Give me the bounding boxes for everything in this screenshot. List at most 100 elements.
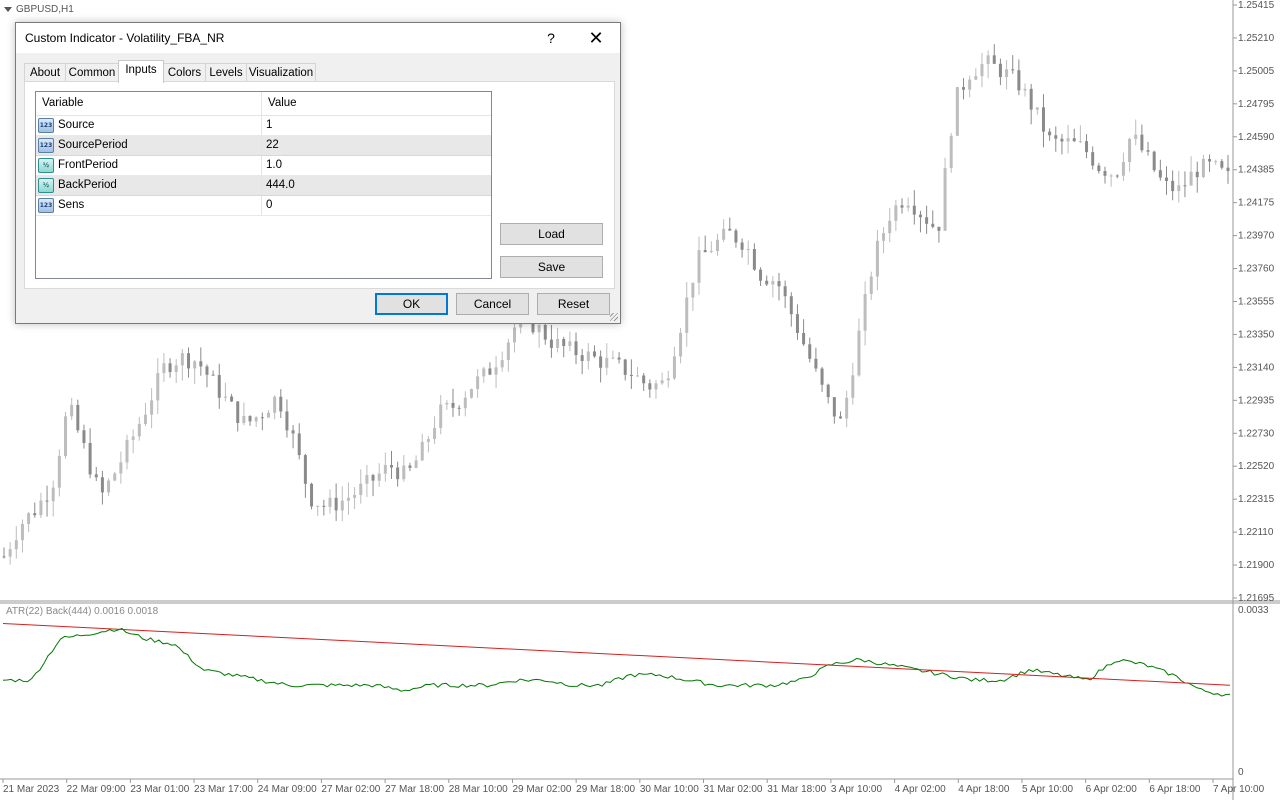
candle-body: [931, 223, 935, 227]
tab-inputs[interactable]: Inputs: [118, 60, 164, 83]
candle-body: [765, 280, 769, 285]
candle-body: [1121, 162, 1125, 176]
candle-body: [377, 473, 381, 481]
table-row[interactable]: 123 SourcePeriod 22: [36, 136, 491, 156]
candle-body: [746, 249, 750, 251]
price-axis-label: 1.22110: [1238, 527, 1274, 538]
candle-body: [1005, 69, 1009, 78]
table-row[interactable]: 123 Source 1: [36, 116, 491, 136]
candle-body: [107, 480, 111, 493]
candle-body: [918, 214, 922, 218]
candle-body: [998, 63, 1002, 78]
candle-body: [808, 344, 812, 359]
time-axis-label: 5 Apr 10:00: [1022, 784, 1074, 795]
candle-body: [230, 396, 234, 402]
reset-button[interactable]: Reset: [537, 293, 610, 315]
candle-body: [82, 430, 86, 444]
candle-body: [14, 540, 18, 550]
candle-body: [248, 416, 252, 422]
time-axis-label: 31 Mar 18:00: [767, 784, 826, 795]
variable-value[interactable]: 0: [266, 199, 272, 211]
cell-separator: [261, 176, 262, 195]
integer-type-icon: 123: [38, 138, 54, 153]
candle-body: [1097, 165, 1101, 172]
load-button[interactable]: Load: [500, 223, 603, 245]
time-axis-label: 7 Apr 10:00: [1213, 784, 1265, 795]
column-header-variable[interactable]: Variable: [42, 97, 83, 109]
candle-body: [802, 332, 806, 345]
inputs-grid[interactable]: Variable Value 123 Source 1 123 SourcePe…: [35, 91, 492, 279]
candle-body: [636, 375, 640, 377]
tab-visualization[interactable]: Visualization: [246, 63, 316, 82]
time-axis-label: 21 Mar 2023: [3, 784, 60, 795]
table-row[interactable]: ½ BackPeriod 444.0: [36, 176, 491, 196]
candle-body: [94, 474, 98, 478]
candle-body: [1128, 138, 1132, 163]
grid-header: Variable Value: [36, 92, 491, 116]
tab-common[interactable]: Common: [65, 63, 119, 82]
candle-body: [592, 351, 596, 357]
column-header-value[interactable]: Value: [268, 97, 297, 109]
variable-value[interactable]: 444.0: [266, 179, 295, 191]
close-button[interactable]: ✕: [574, 23, 618, 53]
candle-body: [76, 404, 80, 431]
tab-levels[interactable]: Levels: [205, 63, 247, 82]
candle-body: [266, 412, 270, 418]
candle-body: [611, 357, 615, 359]
price-axis-label: 1.23350: [1238, 329, 1275, 340]
save-button[interactable]: Save: [500, 256, 603, 278]
candle-body: [156, 373, 160, 401]
chart-symbol-label[interactable]: GBPUSD,H1: [4, 4, 74, 15]
cancel-button[interactable]: Cancel: [456, 293, 529, 315]
ok-button[interactable]: OK: [375, 293, 448, 315]
candle-body: [1226, 167, 1230, 172]
candle-body: [623, 359, 627, 375]
tab-colors[interactable]: Colors: [163, 63, 206, 82]
candle-body: [223, 396, 227, 398]
resize-grip-icon[interactable]: [610, 313, 618, 321]
candle-body: [359, 483, 363, 495]
time-axis-label: 3 Apr 10:00: [831, 784, 883, 795]
time-axis-label: 23 Mar 17:00: [194, 784, 253, 795]
time-axis-label: 24 Mar 09:00: [258, 784, 317, 795]
candle-body: [1201, 158, 1205, 178]
dialog-titlebar[interactable]: Custom Indicator - Volatility_FBA_NR ? ✕: [16, 23, 620, 53]
candle-body: [205, 366, 209, 375]
time-axis-label: 4 Apr 18:00: [958, 784, 1010, 795]
variable-value[interactable]: 1.0: [266, 159, 282, 171]
candle-body: [322, 505, 326, 507]
candle-body: [629, 374, 633, 376]
candle-body: [642, 375, 646, 384]
candle-body: [771, 281, 775, 285]
custom-indicator-dialog[interactable]: Custom Indicator - Volatility_FBA_NR ? ✕…: [15, 22, 621, 324]
variable-value[interactable]: 1: [266, 119, 272, 131]
candle-body: [740, 242, 744, 250]
tab-about[interactable]: About: [24, 63, 66, 82]
candle-body: [414, 460, 418, 468]
candle-body: [1109, 175, 1113, 177]
table-row[interactable]: 123 Sens 0: [36, 196, 491, 216]
candle-body: [193, 361, 197, 369]
candle-body: [986, 55, 990, 65]
candle-body: [1091, 152, 1095, 166]
candle-body: [1023, 88, 1027, 91]
candle-body: [187, 353, 191, 369]
variable-value[interactable]: 22: [266, 139, 279, 151]
indicator-label: ATR(22) Back(444) 0.0016 0.0018: [6, 606, 159, 617]
candle-body: [709, 251, 713, 253]
candle-body: [334, 497, 338, 511]
candle-body: [27, 513, 31, 524]
candle-body: [1103, 171, 1107, 176]
candle-body: [980, 64, 984, 77]
candle-body: [273, 396, 277, 413]
candle-body: [777, 281, 781, 287]
candle-body: [839, 416, 843, 419]
candle-body: [168, 363, 172, 373]
candle-body: [1177, 185, 1181, 192]
price-axis-label: 1.23555: [1238, 297, 1275, 308]
candle-body: [722, 228, 726, 240]
candle-body: [549, 339, 553, 348]
table-row[interactable]: ½ FrontPeriod 1.0: [36, 156, 491, 176]
help-button[interactable]: ?: [529, 23, 573, 53]
candle-body: [45, 500, 49, 502]
